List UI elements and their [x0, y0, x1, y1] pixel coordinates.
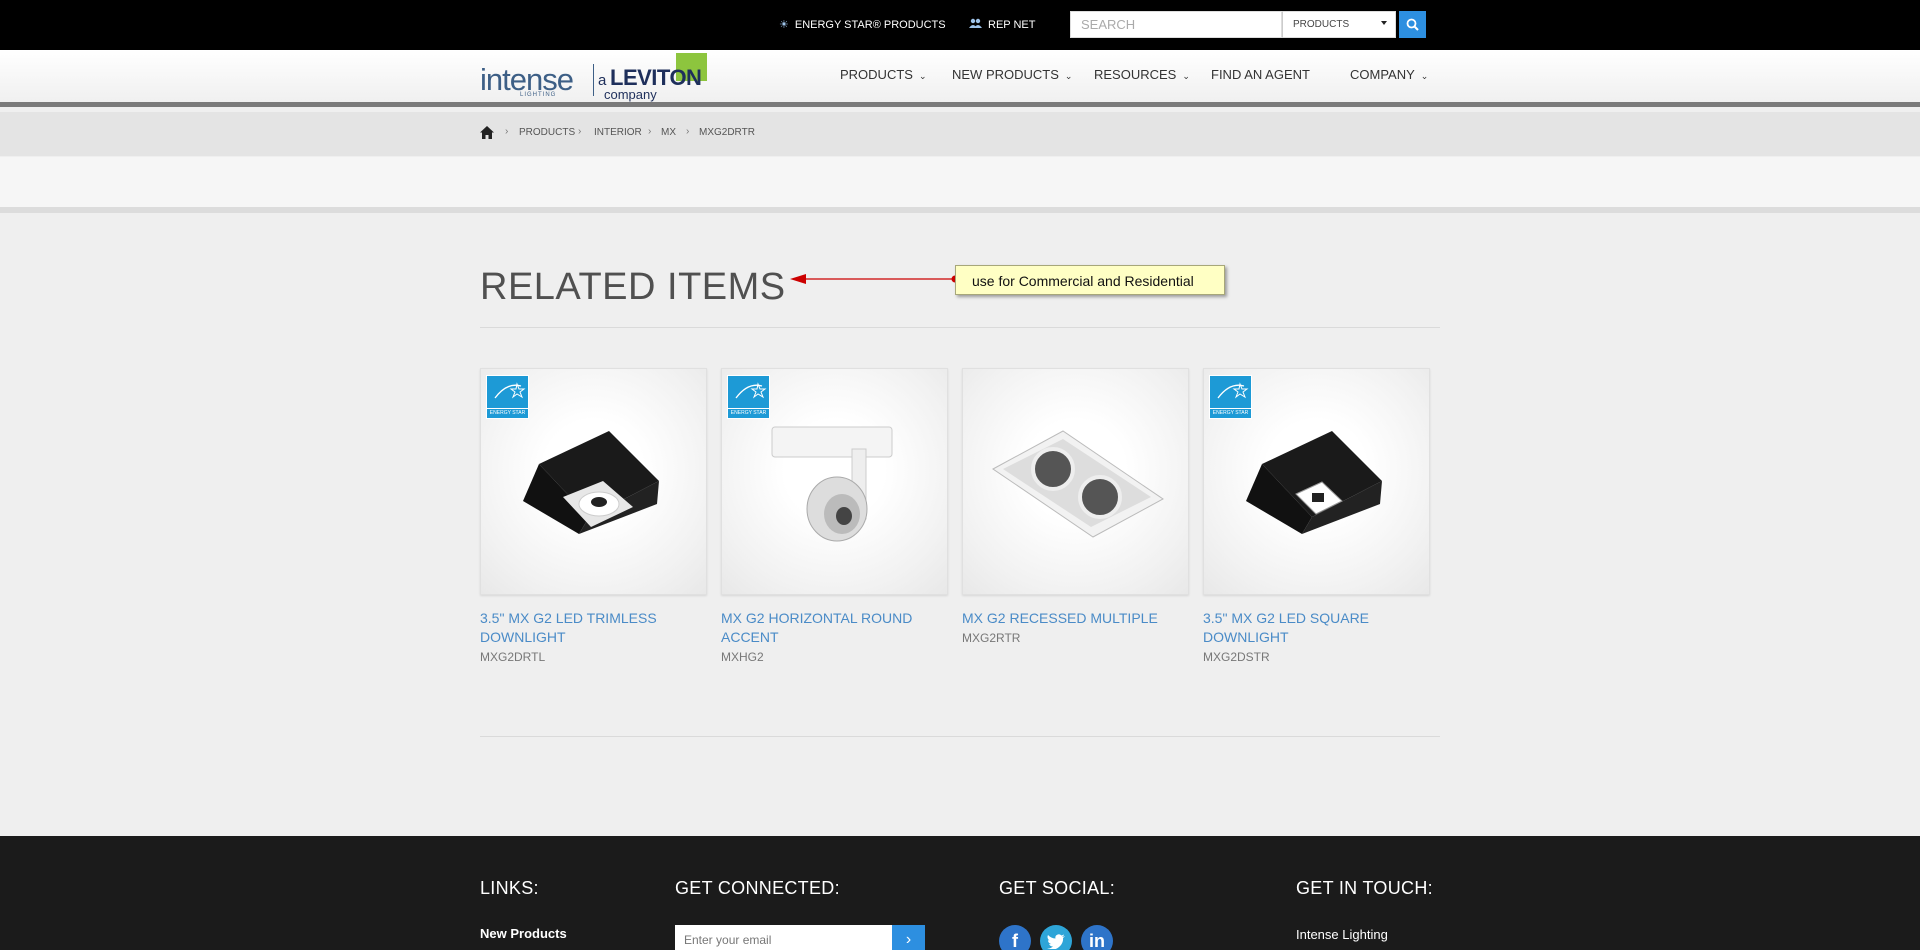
search-button[interactable] — [1399, 11, 1426, 38]
product-name-link[interactable]: 3.5" MX G2 LED TRIMLESS DOWNLIGHT — [480, 609, 707, 647]
nav-find-an-agent[interactable]: FIND AN AGENT — [1211, 67, 1310, 82]
product-card[interactable]: ENERGY STAR MX G2 HORIZONTAL ROUND ACCEN… — [721, 368, 948, 664]
footer-connected-heading: GET CONNECTED: — [675, 878, 840, 898]
site-logo[interactable]: intense LIGHTING a LEVITON company — [480, 52, 712, 102]
chevron-down-icon: ⌄ — [918, 70, 927, 81]
breadcrumb-separator: › — [648, 126, 652, 137]
divider — [480, 736, 1440, 737]
sun-icon: ☀ — [779, 19, 789, 31]
nav-products-label: PRODUCTS — [840, 67, 913, 82]
newsletter-email-box — [675, 925, 892, 950]
users-icon — [969, 18, 982, 31]
product-name-link[interactable]: MX G2 HORIZONTAL ROUND ACCENT — [721, 609, 948, 647]
site-footer: LINKS: New Products GET CONNECTED: › GET… — [0, 836, 1920, 950]
chevron-down-icon: ⌄ — [1420, 70, 1429, 81]
nav-company[interactable]: COMPANY ⌄ — [1350, 67, 1428, 82]
product-name-link[interactable]: 3.5" MX G2 LED SQUARE DOWNLIGHT — [1203, 609, 1430, 647]
nav-new-products[interactable]: NEW PRODUCTS ⌄ — [952, 67, 1072, 82]
square-downlight-image — [1246, 431, 1382, 534]
rep-net-label: REP NET — [988, 18, 1036, 31]
search-category-value: PRODUCTS — [1293, 19, 1350, 30]
product-image[interactable]: ENERGY STAR — [480, 368, 707, 595]
related-items-title: RELATED ITEMS — [480, 266, 786, 308]
nav-products[interactable]: PRODUCTS ⌄ — [840, 67, 927, 82]
nav-new-products-label: NEW PRODUCTS — [952, 67, 1059, 82]
product-sku: MXG2DRTL — [480, 650, 546, 664]
logo-sub: LIGHTING — [520, 92, 557, 98]
newsletter-email-input[interactable] — [675, 925, 892, 950]
nav-resources[interactable]: RESOURCES ⌄ — [1094, 67, 1190, 82]
search-input[interactable] — [1071, 12, 1281, 37]
breadcrumb-separator: › — [686, 126, 690, 137]
energy-star-products-label: ENERGY STAR® PRODUCTS — [794, 18, 946, 31]
breadcrumb-separator: › — [578, 126, 582, 137]
search-category-select[interactable]: PRODUCTS — [1282, 11, 1396, 38]
breadcrumb-current: MXG2DRTR — [699, 127, 755, 138]
product-sku: MXG2DSTR — [1203, 650, 1270, 664]
search-icon — [1406, 18, 1419, 31]
breadcrumb-separator: › — [505, 126, 509, 137]
product-name-link[interactable]: MX G2 RECESSED MULTIPLE — [962, 609, 1189, 628]
energy-star-products-link[interactable]: ☀ ENERGY STAR® PRODUCTS — [779, 18, 946, 32]
caret-down-icon — [1381, 21, 1387, 25]
nav-company-label: COMPANY — [1350, 67, 1415, 82]
footer-social-heading: GET SOCIAL: — [999, 878, 1116, 898]
search-box — [1070, 11, 1282, 38]
logo-divider — [593, 64, 594, 96]
product-image[interactable] — [962, 368, 1189, 595]
breadcrumb-mx[interactable]: MX — [661, 127, 676, 138]
track-accent-image — [771, 426, 893, 542]
product-card[interactable]: ENERGY STAR 3.5" MX G2 LED SQUARE DOWNLI… — [1203, 368, 1430, 664]
nav-find-an-agent-label: FIND AN AGENT — [1211, 67, 1310, 82]
product-sku: MXG2RTR — [962, 631, 1021, 645]
top-bar: ☀ ENERGY STAR® PRODUCTS REP NET PRODUCTS — [0, 0, 1920, 50]
product-sku: MXHG2 — [721, 650, 764, 664]
product-image[interactable]: ENERGY STAR — [1203, 368, 1430, 595]
breadcrumb-interior[interactable]: INTERIOR — [594, 127, 642, 138]
product-image[interactable]: ENERGY STAR — [721, 368, 948, 595]
chevron-down-icon: ⌄ — [1182, 70, 1190, 81]
product-card[interactable]: MX G2 RECESSED MULTIPLE MXG2RTR — [962, 368, 1189, 645]
footer-link-new-products[interactable]: New Products — [480, 926, 567, 941]
logo-parent: LEVITON — [610, 65, 702, 90]
contact-company-name: Intense Lighting — [1296, 927, 1388, 942]
rep-net-link[interactable]: REP NET — [969, 18, 1035, 31]
trimless-downlight-image — [523, 431, 659, 534]
facebook-icon[interactable]: f — [999, 925, 1031, 950]
twitter-icon[interactable] — [1040, 925, 1072, 950]
annotation-arrow — [790, 274, 958, 284]
main-header: intense LIGHTING a LEVITON company PRODU… — [0, 50, 1920, 107]
chevron-right-icon: › — [905, 931, 912, 948]
breadcrumb-products[interactable]: PRODUCTS — [519, 127, 575, 138]
recessed-multiple-image — [992, 430, 1164, 538]
linkedin-icon[interactable]: in — [1081, 925, 1113, 950]
annotation-note: use for Commercial and Residential — [955, 265, 1225, 295]
chevron-down-icon: ⌄ — [1064, 70, 1073, 81]
divider — [480, 327, 1440, 328]
newsletter-submit-button[interactable]: › — [892, 925, 925, 950]
content-banner — [0, 157, 1920, 213]
footer-links-heading: LINKS: — [480, 878, 539, 898]
nav-resources-label: RESOURCES — [1094, 67, 1177, 82]
product-card[interactable]: ENERGY STAR 3.5" MX G2 LED TRIMLESS DOWN… — [480, 368, 707, 664]
home-icon[interactable] — [480, 126, 494, 144]
footer-touch-heading: GET IN TOUCH: — [1296, 878, 1433, 898]
breadcrumb: › PRODUCTS › INTERIOR › MX › MXG2DRTR — [0, 112, 1920, 156]
